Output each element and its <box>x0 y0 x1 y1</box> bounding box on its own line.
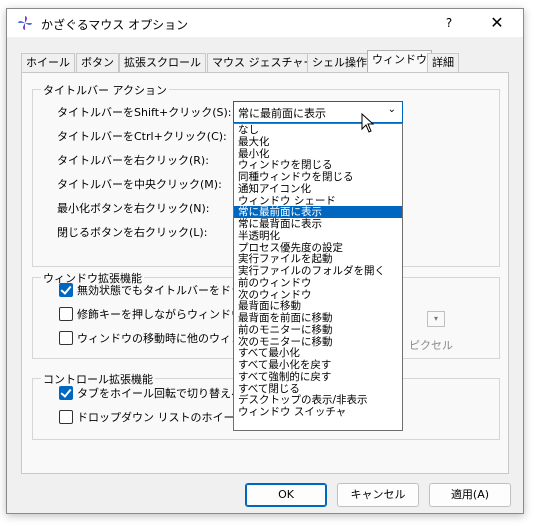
help-button[interactable]: ? <box>437 13 461 33</box>
window-title: かざぐるマウス オプション <box>41 18 189 32</box>
tab-mouse-gesture[interactable]: マウス ジェスチャー <box>207 53 320 72</box>
dropdown-option[interactable]: 前のモニターに移動 <box>234 324 402 336</box>
options-dialog: かざぐるマウス オプション ? ✕ ホイール ボタン 拡張スクロール マウス ジ… <box>6 8 524 514</box>
dropdown-option[interactable]: すべて最小化 <box>234 347 402 359</box>
tab-advanced[interactable]: 詳細 <box>427 53 459 72</box>
checkbox-drag-disabled[interactable] <box>59 283 73 297</box>
checkbox-tab-wheel[interactable] <box>59 386 73 400</box>
group-title: タイトルバー アクション <box>41 82 169 98</box>
modifier-select[interactable]: ▾ <box>427 311 445 327</box>
dropdown-option[interactable]: 実行ファイルのフォルダを開く <box>234 265 402 277</box>
ok-button[interactable]: OK <box>245 483 327 507</box>
dropdown-option[interactable]: 最小化 <box>234 148 402 160</box>
dropdown-option[interactable]: 前のウィンドウ <box>234 277 402 289</box>
checkbox-window-snap[interactable] <box>59 331 73 345</box>
tab-wheel-label: タブをホイール回転で切り替える(E <box>77 387 253 400</box>
dropdown-option[interactable]: 次のモニターに移動 <box>234 336 402 348</box>
dropdown-option[interactable]: 次のウィンドウ <box>234 289 402 301</box>
chevron-down-icon: ⌄ <box>387 104 396 115</box>
selected-value: 常に最前面に表示 <box>238 107 326 120</box>
dropdown-option[interactable]: 同種ウィンドウを閉じる <box>234 171 402 183</box>
dropdown-option[interactable]: 通知アイコン化 <box>234 183 402 195</box>
dropdown-option[interactable]: デスクトップの表示/非表示 <box>234 394 402 406</box>
dropdown-option[interactable]: すべて強制的に戻す <box>234 371 402 383</box>
dropdown-option-selected[interactable]: 常に最前面に表示 <box>234 206 402 218</box>
dropdown-option[interactable]: 最背面に移動 <box>234 300 402 312</box>
ctrl-click-label: タイトルバーをCtrl+クリック(C): <box>57 130 227 143</box>
shift-click-action-select[interactable]: 常に最前面に表示 ⌄ <box>233 101 403 123</box>
tab-extended-scroll[interactable]: 拡張スクロール <box>119 53 206 72</box>
dropdown-option[interactable]: ウィンドウを閉じる <box>234 159 402 171</box>
checkbox-modifier-drag[interactable] <box>59 307 73 321</box>
title-bar[interactable]: かざぐるマウス オプション ? ✕ <box>7 9 523 37</box>
dropdown-option[interactable]: プロセス優先度の設定 <box>234 242 402 254</box>
pixel-unit-label: ピクセル <box>409 339 453 352</box>
cancel-button[interactable]: キャンセル <box>337 483 419 507</box>
dropdown-option[interactable]: 最背面を前面に移動 <box>234 312 402 324</box>
dropdown-option[interactable]: 常に最背面に表示 <box>234 218 402 230</box>
mouse-pointer-icon <box>361 113 375 133</box>
dropdown-option[interactable]: すべて閉じる <box>234 383 402 395</box>
tab-wheel[interactable]: ホイール <box>21 53 75 72</box>
shift-click-label: タイトルバーをShift+クリック(S): <box>57 106 232 119</box>
dropdown-option[interactable]: なし <box>234 124 402 136</box>
dropdown-option[interactable]: ウィンドウ スイッチャ <box>234 406 402 418</box>
checkbox-dropdown-wheel[interactable] <box>59 410 73 424</box>
pinwheel-icon <box>18 16 32 30</box>
action-dropdown-list[interactable]: なし 最大化 最小化 ウィンドウを閉じる 同種ウィンドウを閉じる 通知アイコン化… <box>233 123 403 431</box>
tab-button[interactable]: ボタン <box>76 53 119 72</box>
dropdown-option[interactable]: ウィンドウ シェード <box>234 195 402 207</box>
dropdown-option[interactable]: 実行ファイルを起動 <box>234 253 402 265</box>
right-click-label: タイトルバーを右クリック(R): <box>57 154 209 167</box>
dropdown-option[interactable]: すべて最小化を戻す <box>234 359 402 371</box>
tab-window[interactable]: ウィンドウ <box>367 50 432 73</box>
dropdown-option[interactable]: 半透明化 <box>234 230 402 242</box>
close-right-click-label: 閉じるボタンを右クリック(L): <box>57 226 208 239</box>
tab-shell[interactable]: シェル操作 <box>307 53 372 72</box>
middle-click-label: タイトルバーを中央クリック(M): <box>57 178 222 191</box>
apply-button[interactable]: 適用(A) <box>429 483 511 507</box>
dropdown-option[interactable]: 最大化 <box>234 136 402 148</box>
close-button[interactable]: ✕ <box>485 13 509 33</box>
minimize-right-click-label: 最小化ボタンを右クリック(N): <box>57 202 210 215</box>
